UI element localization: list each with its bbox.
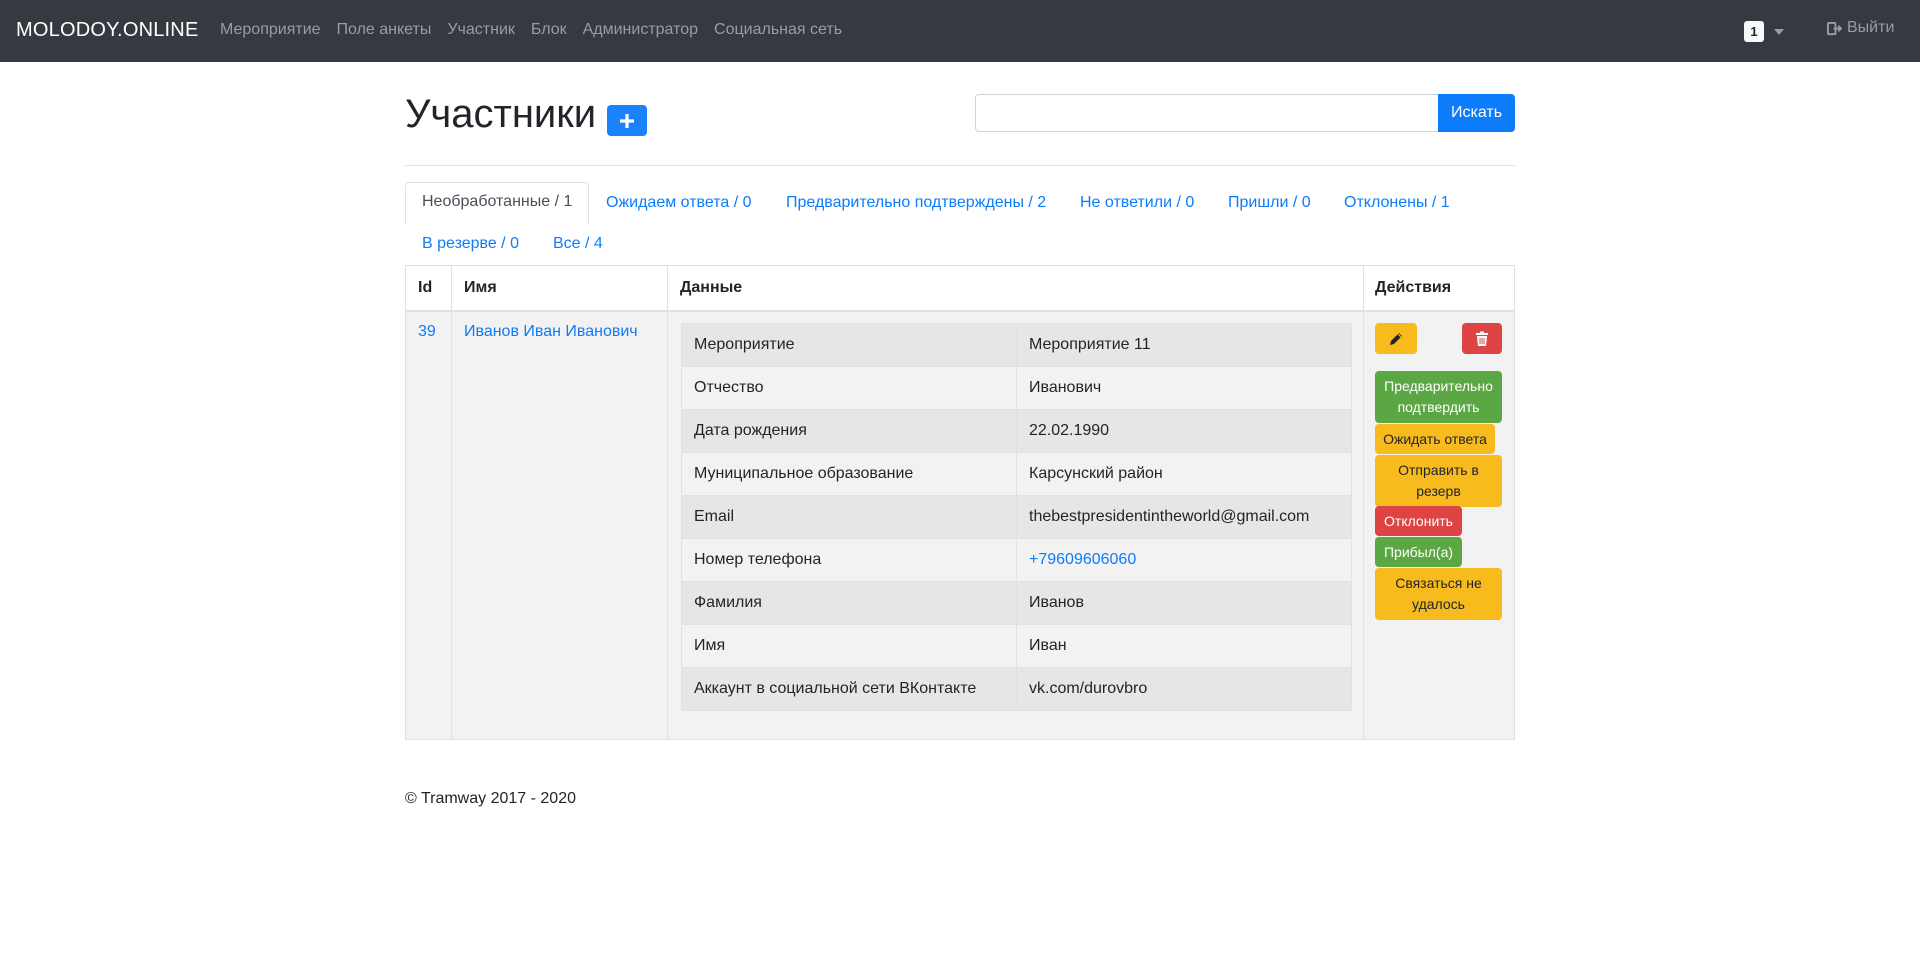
data-row: Отчество Иванович	[682, 367, 1351, 410]
brand-logo[interactable]: MOLODOY.ONLINE	[16, 19, 198, 42]
logout-label: Выйти	[1847, 19, 1895, 36]
page-title: Участники	[405, 92, 597, 136]
sign-out-icon	[1827, 21, 1842, 35]
column-divider	[451, 266, 452, 739]
pencil-icon	[1390, 332, 1402, 345]
await-answer-button[interactable]: Ожидать ответа	[1375, 424, 1495, 454]
header-divider	[405, 165, 1515, 166]
data-value: thebestpresidentintheworld@gmail.com	[1029, 508, 1310, 525]
arrived-button[interactable]: Прибыл(а)	[1375, 537, 1462, 567]
trash-icon	[1476, 331, 1488, 346]
data-value: vk.com/durovbro	[1029, 680, 1148, 697]
data-key: Муниципальное образование	[694, 465, 914, 482]
nav-link-form-field[interactable]: Поле анкеты	[337, 21, 432, 39]
nav-links: Мероприятие Поле анкеты Участник Блок Ад…	[220, 21, 858, 39]
participants-table: Id Имя Данные Действия 39 Иванов Иван Ив…	[405, 265, 1515, 740]
data-value: 22.02.1990	[1029, 422, 1110, 439]
data-row: Email thebestpresidentintheworld@gmail.c…	[682, 496, 1351, 539]
data-row: Дата рождения 22.02.1990	[682, 410, 1351, 453]
tab-unprocessed[interactable]: Необработанные / 1	[405, 182, 590, 224]
tab-no-answer[interactable]: Не ответили / 0	[1080, 194, 1194, 212]
data-row: Муниципальное образование Карсунский рай…	[682, 453, 1351, 496]
column-divider	[667, 266, 668, 739]
data-row: Номер телефона +79609606060	[682, 539, 1351, 582]
data-value: Иванович	[1029, 379, 1102, 396]
data-value: Мероприятие 11	[1029, 336, 1151, 353]
data-row: Фамилия Иванов	[682, 582, 1351, 625]
tab-preconfirmed[interactable]: Предварительно подтверждены / 2	[786, 194, 1046, 212]
footer-copyright: © Tramway 2017 - 2020	[405, 790, 576, 807]
data-divider	[1016, 367, 1017, 410]
nav-link-admin[interactable]: Администратор	[583, 21, 698, 39]
no-contact-button[interactable]: Связаться не удалось	[1375, 568, 1502, 620]
data-divider	[1016, 582, 1017, 625]
tab-all[interactable]: Все / 4	[553, 235, 603, 253]
column-divider	[1363, 266, 1364, 739]
delete-button[interactable]	[1462, 323, 1502, 354]
search-button[interactable]: Искать	[1438, 94, 1515, 132]
data-divider	[1016, 453, 1017, 496]
navbar: MOLODOY.ONLINE Мероприятие Поле анкеты У…	[0, 0, 1920, 62]
notification-badge: 1	[1744, 21, 1764, 42]
data-divider	[1016, 539, 1017, 582]
user-dropdown[interactable]: 1	[1744, 21, 1784, 42]
data-key: Email	[694, 508, 735, 525]
data-key: Фамилия	[694, 594, 762, 611]
data-key: Аккаунт в социальной сети ВКонтакте	[694, 680, 977, 697]
participant-name-link[interactable]: Иванов Иван Иванович	[464, 323, 638, 341]
edit-button[interactable]	[1375, 323, 1417, 354]
search-input[interactable]	[975, 94, 1439, 132]
data-key: Номер телефона	[694, 551, 822, 568]
phone-link[interactable]: +79609606060	[1029, 551, 1136, 569]
plus-icon	[620, 113, 634, 128]
data-value: Иван	[1029, 637, 1067, 654]
caret-down-icon	[1774, 28, 1784, 35]
column-header-actions: Действия	[1375, 279, 1452, 296]
nav-link-participant[interactable]: Участник	[447, 21, 515, 39]
data-divider	[1016, 496, 1017, 539]
participant-data-table: Мероприятие Мероприятие 11 Отчество Иван…	[681, 323, 1352, 711]
table-header-divider	[406, 310, 1514, 312]
data-divider	[1016, 324, 1017, 367]
data-key: Имя	[694, 637, 726, 654]
tab-awaiting[interactable]: Ожидаем ответа / 0	[606, 194, 752, 212]
data-row: Аккаунт в социальной сети ВКонтакте vk.c…	[682, 668, 1351, 711]
column-header-id: Id	[418, 279, 433, 296]
data-divider	[1016, 625, 1017, 668]
preconfirm-button[interactable]: Предварительно подтвердить	[1375, 371, 1502, 423]
data-row: Мероприятие Мероприятие 11	[682, 324, 1351, 367]
nav-link-event[interactable]: Мероприятие	[220, 21, 321, 39]
data-divider	[1016, 668, 1017, 711]
participant-id-link[interactable]: 39	[418, 323, 436, 341]
column-header-data: Данные	[680, 279, 743, 296]
data-key: Отчество	[694, 379, 764, 396]
send-to-reserve-button[interactable]: Отправить в резерв	[1375, 455, 1502, 507]
data-key: Дата рождения	[694, 422, 807, 439]
tab-reserve[interactable]: В резерве / 0	[422, 235, 519, 253]
data-key: Мероприятие	[694, 336, 795, 353]
nav-link-social[interactable]: Социальная сеть	[714, 21, 842, 39]
data-value: Карсунский район	[1029, 465, 1163, 482]
data-value: Иванов	[1029, 594, 1084, 611]
data-divider	[1016, 410, 1017, 453]
logout-link[interactable]: Выйти	[1827, 19, 1894, 37]
column-header-name: Имя	[464, 279, 497, 296]
tab-declined[interactable]: Отклонены / 1	[1344, 194, 1450, 212]
add-participant-button[interactable]	[607, 105, 647, 136]
tab-arrived[interactable]: Пришли / 0	[1228, 194, 1311, 212]
decline-button[interactable]: Отклонить	[1375, 506, 1462, 536]
data-row: Имя Иван	[682, 625, 1351, 668]
nav-link-block[interactable]: Блок	[531, 21, 567, 39]
